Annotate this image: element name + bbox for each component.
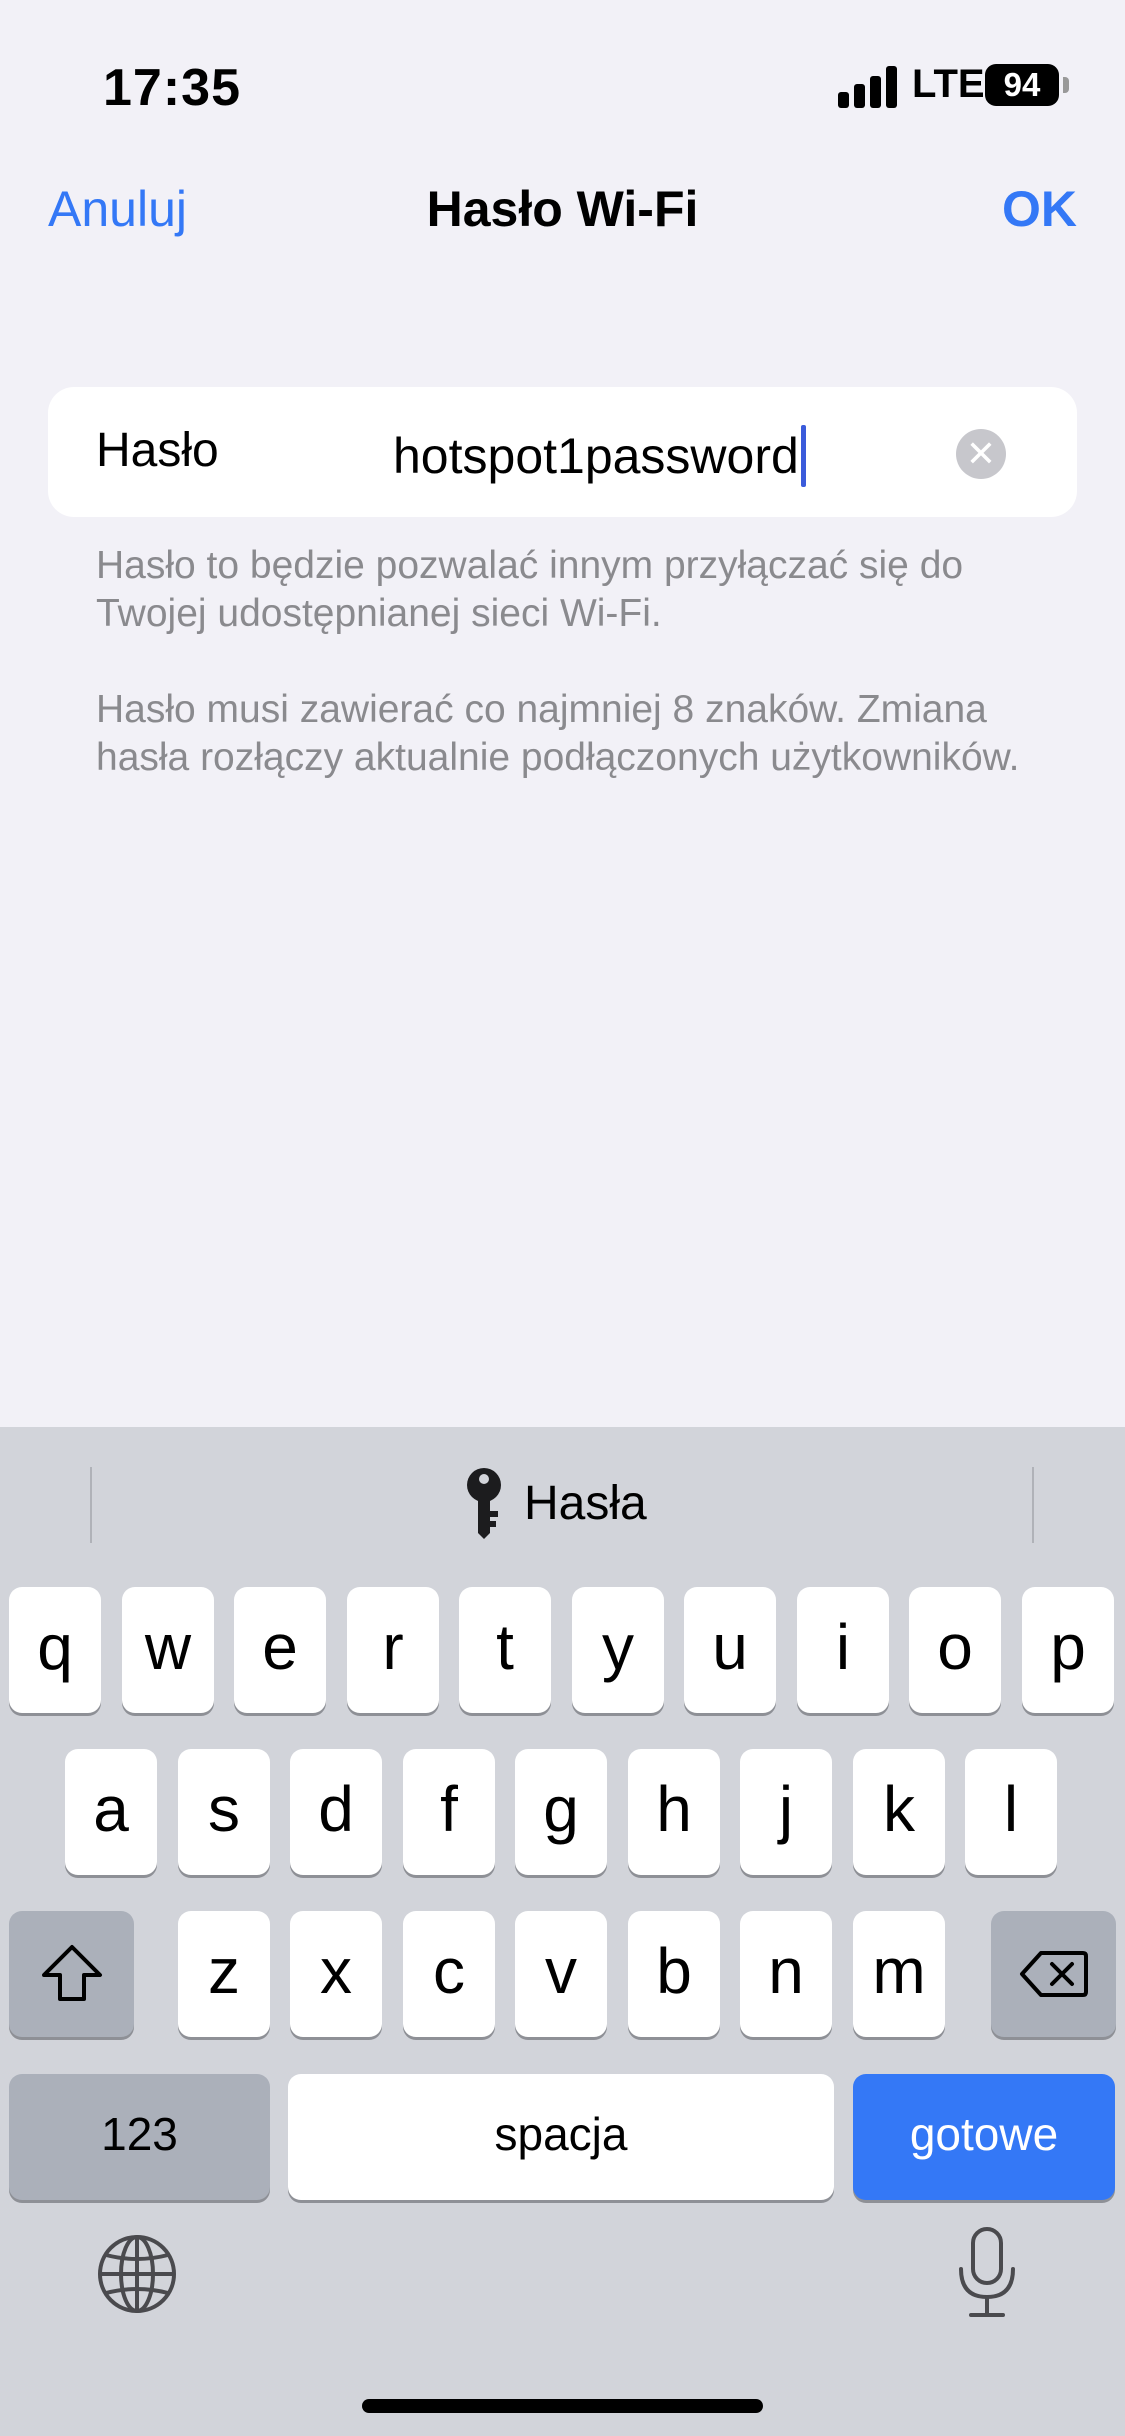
key-w[interactable]: w [122, 1587, 214, 1713]
battery-tip [1063, 77, 1069, 93]
password-card: Hasło hotspot1password ✕ [48, 387, 1077, 517]
key-f[interactable]: f [403, 1749, 495, 1875]
key-h[interactable]: h [628, 1749, 720, 1875]
numbers-key[interactable]: 123 [9, 2074, 270, 2200]
text-caret [800, 425, 806, 487]
shift-key[interactable] [9, 1911, 134, 2037]
key-k[interactable]: k [853, 1749, 945, 1875]
key-m[interactable]: m [853, 1911, 945, 2037]
key-x[interactable]: x [290, 1911, 382, 2037]
shift-icon [42, 1945, 102, 2001]
status-time: 17:35 [103, 59, 241, 117]
key-y[interactable]: y [572, 1587, 664, 1713]
suggestion-divider [1032, 1467, 1034, 1543]
key-c[interactable]: c [403, 1911, 495, 2037]
passwords-suggestion-label: Hasła [524, 1476, 647, 1530]
key-u[interactable]: u [684, 1587, 776, 1713]
keyboard: Hasła q w e r t y u i o p a s d f g h j … [0, 1427, 1125, 2436]
battery-icon: 94 [985, 64, 1059, 106]
password-field[interactable]: hotspot1password [393, 425, 806, 487]
backspace-key[interactable] [991, 1911, 1116, 2037]
key-a[interactable]: a [65, 1749, 157, 1875]
suggestion-divider [90, 1467, 92, 1543]
key-r[interactable]: r [347, 1587, 439, 1713]
network-type: LTE [912, 62, 985, 106]
key-o[interactable]: o [909, 1587, 1001, 1713]
passwords-suggestion[interactable]: Hasła [462, 1467, 647, 1539]
key-g[interactable]: g [515, 1749, 607, 1875]
cancel-button[interactable]: Anuluj [48, 180, 187, 238]
space-key[interactable]: spacja [288, 2074, 834, 2200]
key-n[interactable]: n [740, 1911, 832, 2037]
key-v[interactable]: v [515, 1911, 607, 2037]
done-key[interactable]: gotowe [853, 2074, 1115, 2200]
key-e[interactable]: e [234, 1587, 326, 1713]
password-label: Hasło [96, 424, 219, 477]
key-icon [467, 1468, 501, 1539]
backspace-icon [1020, 1951, 1088, 1997]
key-b[interactable]: b [628, 1911, 720, 2037]
key-z[interactable]: z [178, 1911, 270, 2037]
key-t[interactable]: t [459, 1587, 551, 1713]
clear-icon[interactable]: ✕ [956, 429, 1006, 479]
suggestion-bar: Hasła [0, 1427, 1125, 1577]
password-value: hotspot1password [393, 428, 799, 484]
cellular-signal-icon [838, 66, 900, 108]
password-note-1: Hasło to będzie pozwalać innym przyłącza… [96, 544, 964, 635]
key-s[interactable]: s [178, 1749, 270, 1875]
key-q[interactable]: q [9, 1587, 101, 1713]
globe-icon[interactable] [96, 2233, 178, 2315]
key-d[interactable]: d [290, 1749, 382, 1875]
key-i[interactable]: i [797, 1587, 889, 1713]
key-p[interactable]: p [1022, 1587, 1114, 1713]
key-l[interactable]: l [965, 1749, 1057, 1875]
home-indicator [362, 2399, 763, 2413]
password-note-2: Hasło musi zawierać co najmniej 8 znaków… [96, 688, 1020, 779]
microphone-icon[interactable] [955, 2225, 1019, 2321]
key-j[interactable]: j [740, 1749, 832, 1875]
ok-button[interactable]: OK [1002, 180, 1077, 238]
